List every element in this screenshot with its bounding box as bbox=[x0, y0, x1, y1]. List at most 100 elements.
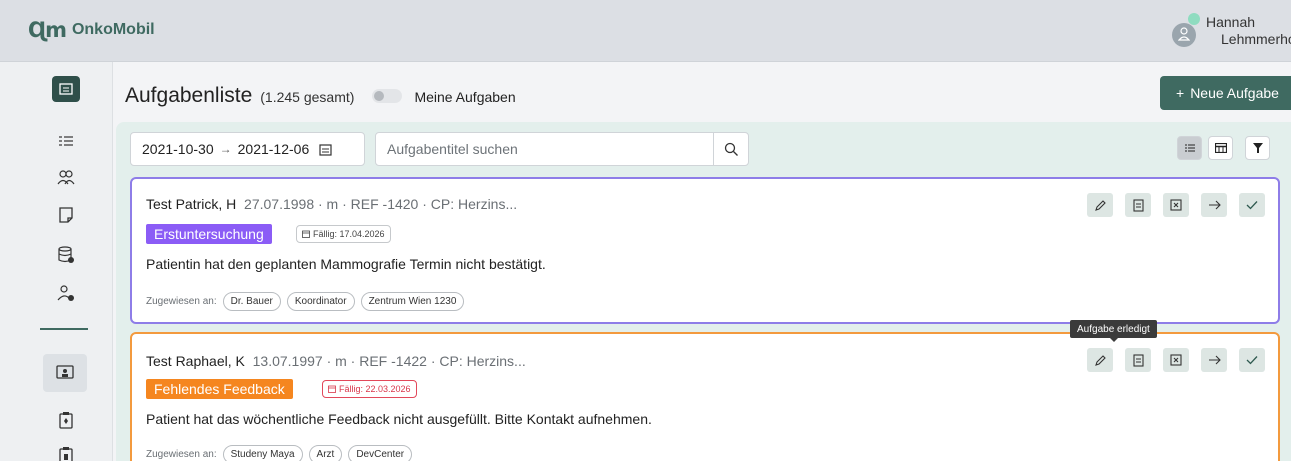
clipboard-icon bbox=[59, 412, 73, 429]
assignee-chip[interactable]: Studeny Maya bbox=[222, 445, 303, 461]
sidebar-item-clipboard-2[interactable] bbox=[53, 442, 79, 461]
new-task-button[interactable]: + Neue Aufgabe bbox=[1160, 76, 1291, 110]
sidebar bbox=[0, 62, 113, 461]
due-date: Fällig: 17.04.2026 bbox=[313, 229, 385, 239]
patient-name: Test Patrick, H bbox=[146, 196, 237, 212]
table-view-icon bbox=[1214, 143, 1227, 153]
date-from: 2021-10-30 bbox=[142, 141, 214, 157]
search-button[interactable] bbox=[713, 132, 749, 166]
task-card[interactable]: Test Patrick, H 27.07.1998 · m · REF -14… bbox=[130, 177, 1280, 324]
avatar[interactable] bbox=[1172, 13, 1200, 47]
filter-icon bbox=[1252, 143, 1263, 153]
document-icon bbox=[59, 207, 73, 223]
pencil-icon bbox=[1094, 354, 1106, 366]
search-field[interactable] bbox=[375, 132, 714, 166]
close-task-button[interactable] bbox=[1163, 193, 1189, 217]
sidebar-item-user-check[interactable] bbox=[53, 280, 79, 306]
user-menu[interactable]: Hannah Lehmmerhof bbox=[1172, 13, 1291, 48]
close-box-icon bbox=[1170, 199, 1182, 211]
category-badge: Fehlendes Feedback bbox=[146, 379, 293, 399]
task-card[interactable]: Test Raphael, K 13.07.1997 · m · REF -14… bbox=[130, 332, 1280, 461]
complete-task-button[interactable] bbox=[1239, 193, 1265, 217]
sidebar-divider bbox=[40, 328, 88, 330]
close-task-button[interactable] bbox=[1163, 348, 1189, 372]
search-icon bbox=[724, 142, 738, 156]
patient-line: Test Raphael, K 13.07.1997 · m · REF -14… bbox=[146, 353, 526, 369]
check-icon bbox=[1246, 356, 1258, 365]
calendar-icon[interactable] bbox=[319, 143, 332, 156]
clipboard-check-icon bbox=[59, 447, 73, 461]
due-date: Fällig: 22.03.2026 bbox=[339, 384, 411, 394]
edit-button[interactable] bbox=[1087, 193, 1113, 217]
database-icon bbox=[58, 246, 74, 263]
monitor-icon bbox=[56, 365, 74, 379]
sidebar-item-clipboard[interactable] bbox=[53, 407, 79, 433]
tasks-icon bbox=[59, 83, 73, 95]
arrow-right-icon bbox=[1208, 200, 1221, 210]
sidebar-item-monitor[interactable] bbox=[43, 354, 87, 392]
close-box-icon bbox=[1170, 354, 1182, 366]
pencil-icon bbox=[1094, 199, 1106, 211]
note-icon bbox=[1132, 353, 1144, 367]
page-title: Aufgabenliste bbox=[125, 84, 253, 107]
patient-meta: 27.07.1998 · m · REF -1420 · CP: Herzins… bbox=[244, 196, 518, 212]
sidebar-item-database[interactable] bbox=[53, 242, 79, 268]
category-badge: Erstuntersuchung bbox=[146, 224, 272, 244]
notes-button[interactable] bbox=[1125, 348, 1151, 372]
top-bar: Ɋm OnkoMobil Hannah Lehmmerhof bbox=[0, 0, 1291, 62]
patient-meta: 13.07.1997 · m · REF -1422 · CP: Herzins… bbox=[252, 353, 526, 369]
search-input[interactable] bbox=[376, 133, 713, 165]
list-icon bbox=[59, 136, 73, 146]
new-task-label: Neue Aufgabe bbox=[1190, 85, 1279, 101]
assignees: Zugewiesen an: Studeny Maya Arzt DevCent… bbox=[146, 445, 413, 461]
check-icon bbox=[1246, 201, 1258, 210]
assignee-chip[interactable]: Arzt bbox=[308, 445, 343, 461]
calendar-small-icon bbox=[302, 230, 310, 238]
arrow-right-icon bbox=[1208, 355, 1221, 365]
due-date-badge: Fällig: 22.03.2026 bbox=[322, 380, 417, 398]
assignee-chip[interactable]: DevCenter bbox=[348, 445, 413, 461]
task-actions bbox=[1087, 348, 1265, 372]
user-last-name: Lehmmerhof bbox=[1221, 31, 1291, 47]
sidebar-item-patients[interactable] bbox=[53, 164, 79, 190]
table-view-button[interactable] bbox=[1208, 136, 1233, 160]
my-tasks-toggle[interactable] bbox=[372, 89, 403, 103]
date-to: 2021-12-06 bbox=[237, 141, 310, 157]
assignee-chip[interactable]: Zentrum Wien 1230 bbox=[360, 292, 465, 311]
app-name: OnkoMobil bbox=[71, 21, 155, 38]
forward-button[interactable] bbox=[1201, 193, 1227, 217]
app-logo: Ɋm bbox=[28, 18, 67, 42]
calendar-small-icon bbox=[328, 385, 336, 393]
date-range-picker[interactable]: 2021-10-30 → 2021-12-06 bbox=[130, 132, 365, 166]
due-date-badge: Fällig: 17.04.2026 bbox=[296, 225, 391, 243]
page-header: Aufgabenliste (1.245 gesamt) Meine Aufga… bbox=[125, 84, 516, 108]
filter-button[interactable] bbox=[1245, 136, 1270, 160]
user-icon bbox=[1178, 27, 1190, 41]
assignee-chip[interactable]: Dr. Bauer bbox=[222, 292, 281, 311]
assigned-label: Zugewiesen an: bbox=[146, 296, 217, 307]
sidebar-item-documents[interactable] bbox=[53, 202, 79, 228]
assigned-label: Zugewiesen an: bbox=[146, 449, 217, 460]
my-tasks-label: Meine Aufgaben bbox=[414, 89, 516, 105]
list-view-icon bbox=[1184, 144, 1195, 152]
brand[interactable]: Ɋm OnkoMobil bbox=[28, 18, 155, 42]
arrow-right-icon: → bbox=[219, 142, 232, 156]
user-check-icon bbox=[57, 285, 74, 301]
user-first-name: Hannah bbox=[1206, 14, 1256, 30]
people-icon bbox=[57, 170, 75, 185]
assignees: Zugewiesen an: Dr. Bauer Koordinator Zen… bbox=[146, 292, 465, 311]
tooltip: Aufgabe erledigt bbox=[1070, 320, 1157, 342]
notes-button[interactable] bbox=[1125, 193, 1151, 217]
sidebar-item-list[interactable] bbox=[53, 128, 79, 154]
edit-button[interactable] bbox=[1087, 348, 1113, 372]
complete-task-button[interactable] bbox=[1239, 348, 1265, 372]
task-description: Patient hat das wöchentliche Feedback ni… bbox=[146, 411, 652, 427]
forward-button[interactable] bbox=[1201, 348, 1227, 372]
assignee-chip[interactable]: Koordinator bbox=[286, 292, 355, 311]
sidebar-item-tasks[interactable] bbox=[52, 76, 80, 102]
user-name: Hannah Lehmmerhof bbox=[1206, 14, 1291, 48]
task-description: Patientin hat den geplanten Mammografie … bbox=[146, 256, 546, 272]
list-view-button[interactable] bbox=[1177, 136, 1202, 160]
task-count: (1.245 gesamt) bbox=[260, 89, 355, 105]
patient-name: Test Raphael, K bbox=[146, 353, 245, 369]
